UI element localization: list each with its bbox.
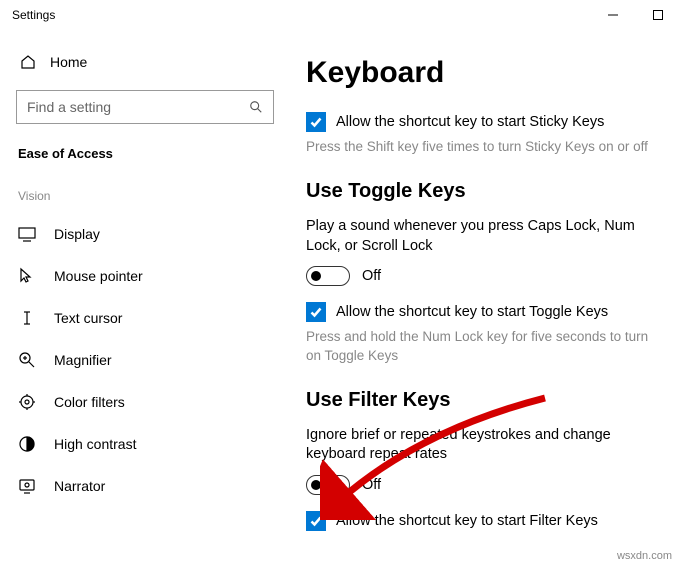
toggle-keys-heading: Use Toggle Keys [306, 180, 662, 203]
display-icon [18, 225, 36, 243]
sidebar-item-mouse-pointer[interactable]: Mouse pointer [16, 255, 274, 297]
checkbox-label: Allow the shortcut key to start Toggle K… [336, 304, 608, 320]
sidebar-item-label: Display [54, 226, 100, 242]
sidebar-item-narrator[interactable]: Narrator [16, 465, 274, 507]
sidebar-item-label: Narrator [54, 478, 105, 494]
sidebar: Home Ease of Access Vision Display Mouse… [0, 30, 290, 566]
checkbox-label: Allow the shortcut key to start Sticky K… [336, 114, 604, 130]
text-cursor-icon [18, 309, 36, 327]
filter-keys-toggle[interactable] [306, 475, 350, 495]
checkbox-checked-icon [306, 112, 326, 132]
sidebar-item-display[interactable]: Display [16, 213, 274, 255]
sidebar-item-label: Magnifier [54, 352, 112, 368]
window-title: Settings [12, 8, 55, 22]
maximize-button[interactable] [635, 0, 680, 30]
toggle-state: Off [362, 268, 381, 284]
toggle-state: Off [362, 477, 381, 493]
toggle-keys-desc: Press and hold the Num Lock key for five… [306, 328, 662, 364]
sticky-keys-desc: Press the Shift key five times to turn S… [306, 138, 662, 156]
filter-keys-body: Ignore brief or repeated keystrokes and … [306, 426, 662, 465]
content-pane: Keyboard Allow the shortcut key to start… [290, 30, 680, 566]
home-label: Home [50, 54, 87, 70]
high-contrast-icon [18, 435, 36, 453]
checkbox-checked-icon [306, 302, 326, 322]
sidebar-item-color-filters[interactable]: Color filters [16, 381, 274, 423]
titlebar: Settings [0, 0, 680, 30]
checkbox-label: Allow the shortcut key to start Filter K… [336, 513, 598, 529]
home-icon [20, 54, 36, 70]
page-title: Keyboard [306, 56, 662, 90]
color-filters-icon [18, 393, 36, 411]
mouse-pointer-icon [18, 267, 36, 285]
home-nav[interactable]: Home [16, 38, 274, 86]
checkbox-checked-icon [306, 511, 326, 531]
filter-keys-heading: Use Filter Keys [306, 389, 662, 412]
sticky-keys-shortcut-checkbox[interactable]: Allow the shortcut key to start Sticky K… [306, 112, 662, 132]
toggle-keys-toggle[interactable] [306, 266, 350, 286]
watermark: wsxdn.com [617, 550, 672, 562]
sidebar-item-label: Mouse pointer [54, 268, 143, 284]
category-heading: Ease of Access [18, 146, 274, 161]
search-input-container[interactable] [16, 90, 274, 124]
sidebar-item-text-cursor[interactable]: Text cursor [16, 297, 274, 339]
search-input[interactable] [27, 99, 249, 115]
sidebar-item-high-contrast[interactable]: High contrast [16, 423, 274, 465]
sidebar-item-label: Text cursor [54, 310, 122, 326]
search-icon [249, 100, 263, 114]
sidebar-item-magnifier[interactable]: Magnifier [16, 339, 274, 381]
sidebar-item-label: High contrast [54, 436, 136, 452]
toggle-keys-shortcut-checkbox[interactable]: Allow the shortcut key to start Toggle K… [306, 302, 662, 322]
group-label: Vision [18, 189, 274, 203]
minimize-button[interactable] [590, 0, 635, 30]
sidebar-item-label: Color filters [54, 394, 125, 410]
magnifier-icon [18, 351, 36, 369]
narrator-icon [18, 477, 36, 495]
filter-keys-shortcut-checkbox[interactable]: Allow the shortcut key to start Filter K… [306, 511, 662, 531]
toggle-keys-body: Play a sound whenever you press Caps Loc… [306, 217, 662, 256]
